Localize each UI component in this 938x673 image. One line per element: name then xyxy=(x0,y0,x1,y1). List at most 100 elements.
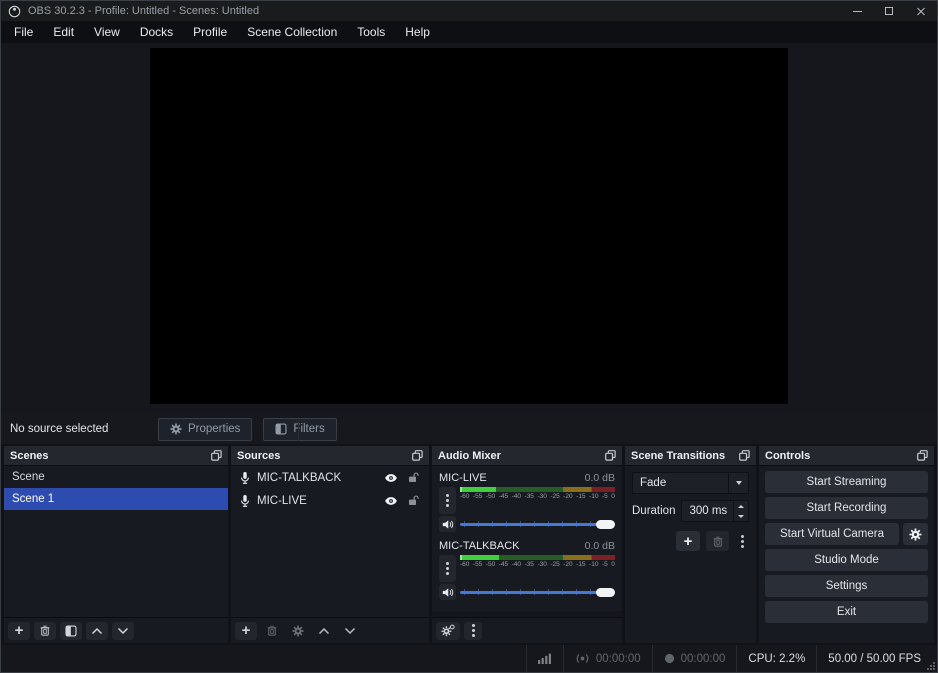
controls-title: Controls xyxy=(765,450,917,462)
exit-button[interactable]: Exit xyxy=(765,601,928,623)
scenes-toolbar: + xyxy=(4,617,228,643)
kebab-icon xyxy=(446,562,449,575)
studio-mode-button[interactable]: Studio Mode xyxy=(765,549,928,571)
menu-tools[interactable]: Tools xyxy=(347,21,395,43)
resize-grip[interactable] xyxy=(927,662,935,670)
controls-body: Start Streaming Start Recording Start Vi… xyxy=(759,466,934,643)
advanced-audio-properties-button[interactable] xyxy=(436,622,460,640)
scene-label: Scene xyxy=(12,471,45,483)
trash-icon xyxy=(39,624,51,637)
maximize-button[interactable] xyxy=(873,1,905,21)
visibility-eye-icon[interactable] xyxy=(383,473,399,483)
menu-help[interactable]: Help xyxy=(395,21,440,43)
add-source-button[interactable]: + xyxy=(235,622,257,640)
chevron-down-icon xyxy=(736,481,742,485)
scene-transitions-body: Fade Duration 300 ms + xyxy=(625,466,756,643)
scene-filters-button[interactable] xyxy=(60,622,82,640)
chevron-up-icon xyxy=(91,627,103,635)
volume-meter xyxy=(460,555,615,560)
volume-slider[interactable] xyxy=(460,517,615,531)
menu-edit[interactable]: Edit xyxy=(43,21,84,43)
meter-scale: -60-55-50-45-40-35-30-25-20-15-10-50 xyxy=(460,493,615,501)
visibility-eye-icon[interactable] xyxy=(383,496,399,506)
menu-docks[interactable]: Docks xyxy=(130,21,183,43)
mute-button[interactable] xyxy=(439,516,456,532)
popout-icon[interactable] xyxy=(211,450,222,461)
volume-slider-handle[interactable] xyxy=(596,588,615,597)
popout-icon[interactable] xyxy=(605,450,616,461)
volume-slider[interactable] xyxy=(460,585,615,599)
close-button[interactable] xyxy=(905,1,937,21)
popout-icon[interactable] xyxy=(917,450,928,461)
scene-row[interactable]: Scene xyxy=(4,466,228,488)
menu-file[interactable]: File xyxy=(4,21,43,43)
start-streaming-button[interactable]: Start Streaming xyxy=(765,471,928,493)
start-recording-button[interactable]: Start Recording xyxy=(765,497,928,519)
popout-icon[interactable] xyxy=(739,450,750,461)
source-row[interactable]: MIC-LIVE xyxy=(231,489,429,512)
channel-menu-button[interactable] xyxy=(439,487,456,514)
menu-scene-collection[interactable]: Scene Collection xyxy=(237,21,347,43)
audio-mixer-header: Audio Mixer xyxy=(432,446,622,466)
mixer-menu-button[interactable] xyxy=(464,622,482,640)
spin-up-button[interactable] xyxy=(734,501,748,511)
menu-profile[interactable]: Profile xyxy=(183,21,237,43)
sources-toolbar: + xyxy=(231,617,429,643)
remove-transition-button[interactable] xyxy=(706,531,729,551)
scenes-list: Scene Scene 1 xyxy=(4,466,228,617)
kebab-icon xyxy=(446,494,449,507)
fps-value: 50.00 / 50.00 FPS xyxy=(828,653,921,665)
dropdown-arrow-zone[interactable] xyxy=(728,473,748,493)
mute-button[interactable] xyxy=(439,584,456,600)
add-scene-button[interactable]: + xyxy=(8,622,30,640)
transition-select[interactable]: Fade xyxy=(632,472,749,494)
scene-transitions-panel: Scene Transitions Fade Duration 300 ms xyxy=(625,446,756,643)
remove-source-button[interactable] xyxy=(261,622,283,640)
move-source-up-button[interactable] xyxy=(313,622,335,640)
menu-view[interactable]: View xyxy=(84,21,130,43)
record-time-cell: 00:00:00 xyxy=(652,645,737,672)
status-bar: 00:00:00 00:00:00 CPU: 2.2% 50.00 / 50.0… xyxy=(1,645,937,672)
kebab-icon xyxy=(472,624,475,637)
maximize-icon xyxy=(885,7,893,15)
channel-name: MIC-TALKBACK xyxy=(439,540,585,552)
volume-slider-handle[interactable] xyxy=(596,520,615,529)
move-scene-up-button[interactable] xyxy=(86,622,108,640)
settings-button[interactable]: Settings xyxy=(765,575,928,597)
duration-spinbox[interactable]: 300 ms xyxy=(681,500,749,522)
channel-menu-button[interactable] xyxy=(439,555,456,582)
scene-row-selected[interactable]: Scene 1 xyxy=(4,488,228,510)
gear-icon xyxy=(170,423,182,435)
duration-value: 300 ms xyxy=(682,501,733,521)
move-scene-down-button[interactable] xyxy=(112,622,134,640)
transition-menu-button[interactable] xyxy=(735,532,749,550)
start-virtual-camera-button[interactable]: Start Virtual Camera xyxy=(765,523,899,545)
properties-button[interactable]: Properties xyxy=(158,418,252,441)
virtual-camera-settings-button[interactable] xyxy=(903,523,928,545)
scenes-title: Scenes xyxy=(10,450,211,462)
scene-transitions-header: Scene Transitions xyxy=(625,446,756,466)
sources-title: Sources xyxy=(237,450,412,462)
source-row[interactable]: MIC-TALKBACK xyxy=(231,466,429,489)
plus-icon: + xyxy=(684,534,693,549)
source-properties-button[interactable] xyxy=(287,622,309,640)
preview-canvas xyxy=(150,48,788,404)
source-label: MIC-LIVE xyxy=(257,495,377,507)
source-label: MIC-TALKBACK xyxy=(257,472,377,484)
move-source-down-button[interactable] xyxy=(339,622,361,640)
transition-selected-value: Fade xyxy=(633,477,728,489)
lock-open-icon[interactable] xyxy=(405,494,421,507)
mixer-channel: MIC-TALKBACK 0.0 dB -60 xyxy=(439,539,615,600)
mixer-empty-area xyxy=(432,611,622,617)
audio-mixer-title: Audio Mixer xyxy=(438,450,605,462)
spin-down-button[interactable] xyxy=(734,511,748,521)
controls-header: Controls xyxy=(759,446,934,466)
remove-scene-button[interactable] xyxy=(34,622,56,640)
minimize-button[interactable] xyxy=(841,1,873,21)
volume-meter xyxy=(460,487,615,492)
popout-icon[interactable] xyxy=(412,450,423,461)
add-transition-button[interactable]: + xyxy=(676,531,700,551)
trash-icon xyxy=(266,624,278,637)
filters-button[interactable]: Filters xyxy=(263,418,336,441)
lock-open-icon[interactable] xyxy=(405,471,421,484)
